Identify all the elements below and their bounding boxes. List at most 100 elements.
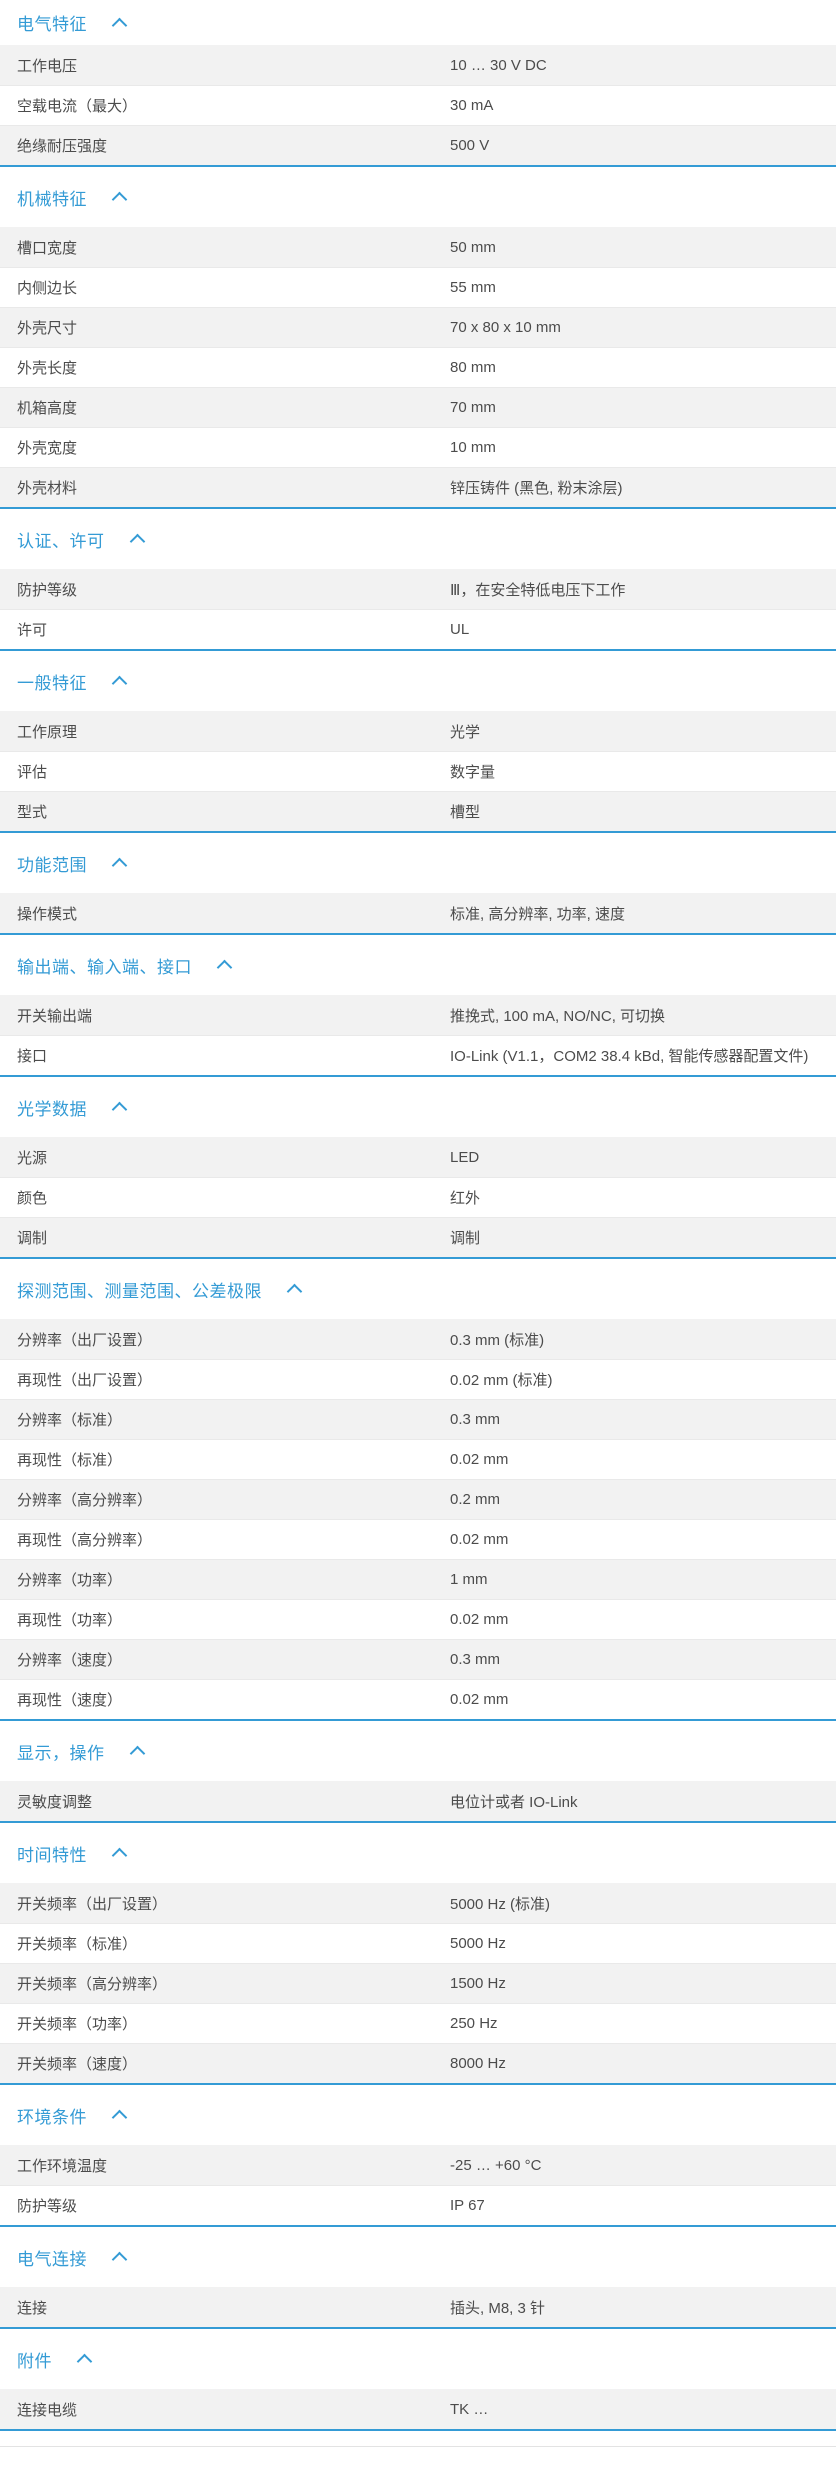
row-value: 插头, M8, 3 针 — [450, 2299, 546, 2317]
row-value: Ⅲ，在安全特低电压下工作 — [450, 581, 626, 599]
row-label: 许可 — [17, 622, 48, 639]
table-row: 分辨率（功率） 1 mm — [0, 1559, 836, 1599]
row-label: 分辨率（出厂设置） — [17, 1331, 153, 1349]
row-value: 标准, 高分辨率, 功率, 速度 — [450, 905, 626, 923]
row-value: 0.02 mm — [450, 1451, 509, 1468]
row-label: 灵敏度调整 — [17, 1793, 93, 1811]
row-value: 0.02 mm — [450, 1531, 509, 1548]
row-value: 5000 Hz — [450, 1935, 506, 1952]
section-rows: 连接 插头, M8, 3 针 — [0, 2287, 836, 2327]
chevron-up-icon[interactable] — [111, 2251, 128, 2268]
row-label: 再现性（速度） — [17, 1692, 123, 1709]
table-row: 外壳材料 锌压铸件 (黑色, 粉末涂层) — [0, 467, 836, 507]
row-label: 开关频率（高分辨率） — [17, 1976, 168, 1993]
table-row: 接口 IO-Link (V1.1，COM2 38.4 kBd, 智能传感器配置文… — [0, 1035, 836, 1075]
chevron-up-icon[interactable] — [111, 857, 128, 874]
table-row: 分辨率（高分辨率） 0.2 mm — [0, 1479, 836, 1519]
row-label: 防护等级 — [17, 581, 78, 599]
spec-section: 输出端、输入端、接口 开关输出端 推挽式, 100 mA, NO/NC, 可切换… — [0, 935, 836, 1077]
chevron-up-icon[interactable] — [111, 1847, 128, 1864]
row-label: 接口 — [17, 1048, 48, 1065]
table-row: 防护等级 IP 67 — [0, 2185, 836, 2225]
row-label: 再现性（出厂设置） — [17, 1372, 153, 1389]
row-label: 分辨率（功率） — [17, 1572, 123, 1589]
section-rows: 工作原理 光学 评估 数字量 型式 槽型 — [0, 711, 836, 831]
row-value: 调制 — [450, 1230, 481, 1247]
chevron-up-icon[interactable] — [111, 1101, 128, 1118]
section-header[interactable]: 电气特征 — [0, 0, 836, 45]
chevron-up-icon[interactable] — [76, 2353, 93, 2370]
section-header[interactable]: 探测范围、测量范围、公差极限 — [0, 1259, 836, 1319]
section-header[interactable]: 功能范围 — [0, 833, 836, 893]
chevron-up-icon[interactable] — [216, 959, 233, 976]
chevron-up-icon[interactable] — [111, 17, 128, 33]
spec-section: 光学数据 光源 LED 颜色 红外 调制 调制 — [0, 1077, 836, 1259]
section-rows: 灵敏度调整 电位计或者 IO-Link — [0, 1781, 836, 1821]
chevron-up-icon[interactable] — [286, 1283, 303, 1300]
chevron-up-icon[interactable] — [111, 675, 128, 692]
row-label: 开关输出端 — [17, 1007, 93, 1025]
row-value: 推挽式, 100 mA, NO/NC, 可切换 — [450, 1007, 666, 1025]
section-title: 电气连接 — [17, 2249, 87, 2269]
row-label: 连接电缆 — [17, 2401, 78, 2419]
section-title: 光学数据 — [17, 1099, 87, 1119]
row-label: 空载电流（最大） — [17, 98, 138, 115]
row-label: 开关频率（标准） — [17, 1936, 138, 1953]
section-rows: 开关输出端 推挽式, 100 mA, NO/NC, 可切换 接口 IO-Link… — [0, 995, 836, 1075]
row-value: UL — [450, 621, 470, 638]
spec-section: 附件 连接电缆 TK … — [0, 2329, 836, 2431]
row-value: 红外 — [450, 1190, 481, 1207]
row-label: 再现性（标准） — [17, 1452, 123, 1469]
row-value: 0.2 mm — [450, 1491, 501, 1508]
row-value: 8000 Hz — [450, 2055, 506, 2072]
table-row: 开关频率（速度） 8000 Hz — [0, 2043, 836, 2083]
section-header[interactable]: 机械特征 — [0, 167, 836, 227]
table-row: 再现性（速度） 0.02 mm — [0, 1679, 836, 1719]
chevron-up-icon[interactable] — [129, 1745, 145, 1762]
spec-page: 电气特征 工作电压 10 … 30 V DC 空载电流（最大） 30 mA 绝缘… — [0, 0, 836, 2447]
section-header[interactable]: 显示，操作 — [0, 1721, 836, 1781]
section-title: 电气特征 — [17, 15, 87, 34]
section-title: 认证、许可 — [17, 531, 105, 551]
section-header[interactable]: 电气连接 — [0, 2227, 836, 2287]
section-header[interactable]: 输出端、输入端、接口 — [0, 935, 836, 995]
section-header[interactable]: 附件 — [0, 2329, 836, 2389]
section-rows: 槽口宽度 50 mm 内侧边长 55 mm 外壳尺寸 70 x 80 x 10 … — [0, 227, 836, 507]
section-rows: 连接电缆 TK … — [0, 2389, 836, 2429]
table-row: 外壳长度 80 mm — [0, 347, 836, 387]
row-label: 机箱高度 — [17, 400, 78, 417]
table-row: 分辨率（出厂设置） 0.3 mm (标准) — [0, 1319, 836, 1359]
row-label: 评估 — [17, 764, 48, 781]
section-header[interactable]: 环境条件 — [0, 2085, 836, 2145]
table-row: 再现性（标准） 0.02 mm — [0, 1439, 836, 1479]
table-row: 工作环境温度 -25 … +60 °C — [0, 2145, 836, 2185]
table-row: 再现性（功率） 0.02 mm — [0, 1599, 836, 1639]
section-title: 机械特征 — [17, 189, 87, 209]
table-row: 分辨率（速度） 0.3 mm — [0, 1639, 836, 1679]
row-value: 80 mm — [450, 359, 496, 376]
table-row: 空载电流（最大） 30 mA — [0, 85, 836, 125]
section-header[interactable]: 一般特征 — [0, 651, 836, 711]
table-row: 绝缘耐压强度 500 V — [0, 125, 836, 165]
row-value: 电位计或者 IO-Link — [450, 1793, 578, 1811]
row-label: 连接 — [17, 2299, 48, 2317]
chevron-up-icon[interactable] — [111, 2109, 128, 2126]
table-row: 型式 槽型 — [0, 791, 836, 831]
row-label: 光源 — [17, 1149, 48, 1167]
section-title: 附件 — [17, 2351, 52, 2371]
row-value: 0.02 mm — [450, 1611, 509, 1628]
table-row: 开关输出端 推挽式, 100 mA, NO/NC, 可切换 — [0, 995, 836, 1035]
row-label: 分辨率（高分辨率） — [17, 1492, 153, 1509]
spec-section: 显示，操作 灵敏度调整 电位计或者 IO-Link — [0, 1721, 836, 1823]
table-row: 外壳宽度 10 mm — [0, 427, 836, 467]
section-title: 时间特性 — [17, 1845, 87, 1865]
section-header[interactable]: 光学数据 — [0, 1077, 836, 1137]
spec-section: 电气连接 连接 插头, M8, 3 针 — [0, 2227, 836, 2329]
spec-section: 环境条件 工作环境温度 -25 … +60 °C 防护等级 IP 67 — [0, 2085, 836, 2227]
chevron-up-icon[interactable] — [111, 191, 128, 208]
chevron-up-icon[interactable] — [129, 533, 145, 550]
section-header[interactable]: 认证、许可 — [0, 509, 836, 569]
section-header[interactable]: 时间特性 — [0, 1823, 836, 1883]
row-value: IO-Link (V1.1，COM2 38.4 kBd, 智能传感器配置文件) — [450, 1048, 809, 1065]
table-row: 评估 数字量 — [0, 751, 836, 791]
